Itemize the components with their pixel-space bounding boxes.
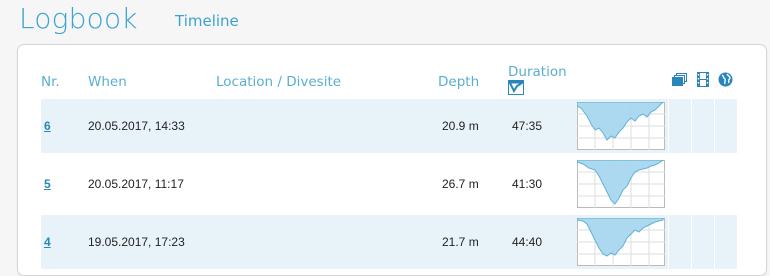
duration-header-label: Duration xyxy=(508,64,567,80)
video-cell[interactable] xyxy=(691,157,714,215)
video-cell[interactable] xyxy=(691,215,714,273)
map-cell[interactable] xyxy=(714,157,737,215)
column-header-duration[interactable]: Duration xyxy=(508,64,574,99)
table-row[interactable]: 4 19.05.2017, 17:23 21.7 m 44:40 xyxy=(41,215,737,273)
table-row[interactable]: 6 20.05.2017, 14:33 20.9 m 47:35 xyxy=(41,99,737,157)
dive-number-cell: 4 xyxy=(41,215,86,273)
photos-cell[interactable] xyxy=(668,99,691,157)
location-cell xyxy=(216,215,438,273)
duration-cell: 47:35 xyxy=(508,99,574,157)
when-cell: 20.05.2017, 11:17 xyxy=(86,157,216,215)
map-cell[interactable] xyxy=(714,99,737,157)
location-cell xyxy=(216,157,438,215)
column-header-photos[interactable] xyxy=(668,64,691,99)
when-cell: 19.05.2017, 17:23 xyxy=(86,215,216,273)
depth-cell: 20.9 m xyxy=(438,99,508,157)
photos-cell[interactable] xyxy=(668,215,691,273)
photos-icon xyxy=(672,72,687,91)
profile-cell[interactable] xyxy=(574,215,668,273)
photos-cell[interactable] xyxy=(668,157,691,215)
timeline-link[interactable]: Timeline xyxy=(175,12,239,30)
when-cell: 20.05.2017, 14:33 xyxy=(86,99,216,157)
page-title: Logbook xyxy=(19,2,138,35)
column-header-depth[interactable]: Depth xyxy=(438,64,508,99)
page-header: Logbook Timeline xyxy=(0,0,770,44)
dive-profile-thumbnail[interactable] xyxy=(577,160,665,208)
column-header-profile xyxy=(574,64,668,99)
dive-number-link[interactable]: 6 xyxy=(41,119,51,133)
map-cell[interactable] xyxy=(714,215,737,273)
dive-number-cell: 5 xyxy=(41,157,86,215)
column-header-map[interactable] xyxy=(714,64,737,99)
location-cell xyxy=(216,99,438,157)
duration-cell: 41:30 xyxy=(508,157,574,215)
dive-number-link[interactable]: 4 xyxy=(41,235,51,249)
depth-cell: 21.7 m xyxy=(438,215,508,273)
profile-cell[interactable] xyxy=(574,99,668,157)
depth-cell: 26.7 m xyxy=(438,157,508,215)
dive-number-cell: 6 xyxy=(41,99,86,157)
video-icon xyxy=(696,72,709,91)
column-header-nr[interactable]: Nr. xyxy=(41,64,86,99)
video-cell[interactable] xyxy=(691,99,714,157)
dive-number-link[interactable]: 5 xyxy=(41,177,51,191)
profile-cell[interactable] xyxy=(574,157,668,215)
column-header-location[interactable]: Location / Divesite xyxy=(216,64,438,99)
profile-chart-icon[interactable] xyxy=(508,80,524,99)
column-header-video[interactable] xyxy=(691,64,714,99)
logbook-panel: Nr. When Location / Divesite Depth Durat… xyxy=(17,44,767,276)
dive-profile-thumbnail[interactable] xyxy=(577,102,665,150)
globe-icon xyxy=(718,72,733,91)
table-header-row: Nr. When Location / Divesite Depth Durat… xyxy=(41,64,737,99)
table-row[interactable]: 5 20.05.2017, 11:17 26.7 m 41:30 xyxy=(41,157,737,215)
dive-log-table: Nr. When Location / Divesite Depth Durat… xyxy=(41,64,737,273)
duration-cell: 44:40 xyxy=(508,215,574,273)
column-header-when[interactable]: When xyxy=(86,64,216,99)
